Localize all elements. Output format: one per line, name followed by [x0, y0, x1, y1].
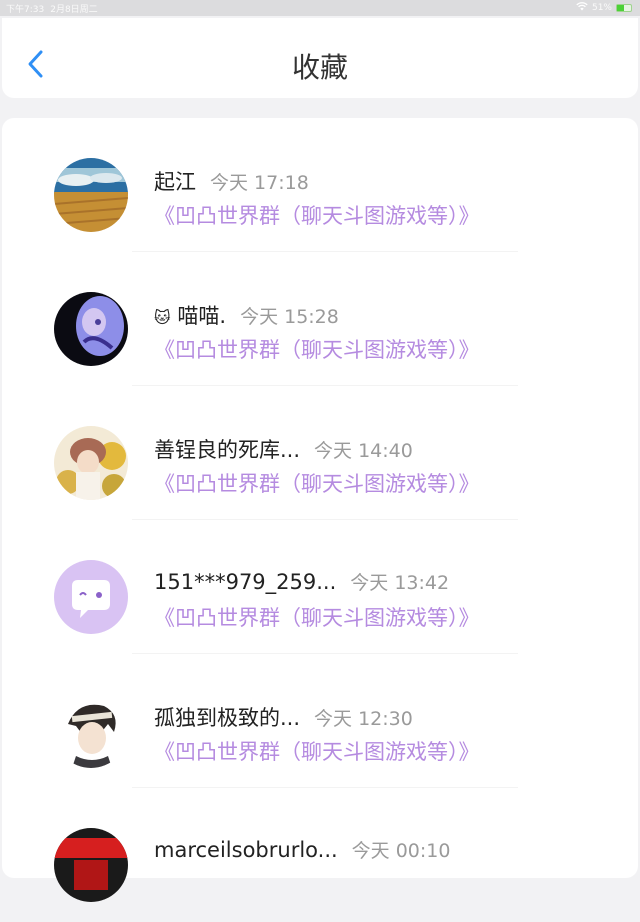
battery-fill — [617, 5, 625, 11]
favorite-item[interactable]: marceilsobrurlo... 今天 00:10 — [2, 788, 638, 922]
name-line: 🐱 喵喵. 今天 15:28 — [154, 300, 339, 330]
cat-emoji-icon: 🐱 — [154, 308, 171, 327]
user-name: 起江 — [154, 170, 196, 194]
favorites-list: 起江 今天 17:18 《凹凸世界群（聊天斗图游戏等）》 🐱 喵喵. 今天 15… — [2, 118, 638, 902]
favorite-item[interactable]: 151***979_259... 今天 13:42 《凹凸世界群（聊天斗图游戏等… — [2, 520, 638, 654]
default-avatar-icon — [54, 560, 128, 634]
timestamp: 今天 17:18 — [210, 172, 309, 194]
page-title: 收藏 — [291, 51, 348, 84]
avatar — [54, 426, 128, 500]
group-name: 《凹凸世界群（聊天斗图游戏等）》 — [154, 204, 480, 228]
status-date: 2月8日周二 — [50, 4, 98, 15]
name-line: 孤独到极致的... 今天 12:30 — [154, 702, 413, 732]
name-line: marceilsobrurlo... 今天 00:10 — [154, 836, 450, 863]
timestamp: 今天 15:28 — [240, 306, 339, 328]
wifi-icon — [576, 2, 588, 14]
user-name: 善锃良的死库... — [154, 438, 301, 462]
avatar — [54, 292, 128, 366]
battery-percent: 51% — [591, 3, 612, 13]
group-name: 《凹凸世界群（聊天斗图游戏等）》 — [154, 740, 480, 764]
avatar — [54, 158, 128, 232]
name-line: 起江 今天 17:18 — [154, 166, 309, 196]
user-name: 🐱 喵喵. — [154, 300, 226, 330]
name-line: 151***979_259... 今天 13:42 — [154, 568, 449, 595]
user-name-text: 喵喵. — [177, 304, 227, 328]
timestamp: 今天 13:42 — [350, 572, 450, 594]
avatar — [54, 694, 128, 768]
battery-icon — [616, 4, 632, 12]
timestamp: 今天 12:30 — [314, 708, 413, 730]
group-name: 《凹凸世界群（聊天斗图游戏等）》 — [154, 606, 480, 630]
user-name: 孤独到极致的... — [154, 706, 301, 730]
favorite-item[interactable]: 善锃良的死库... 今天 14:40 《凹凸世界群（聊天斗图游戏等）》 — [2, 386, 638, 520]
favorite-item[interactable]: 孤独到极致的... 今天 12:30 《凹凸世界群（聊天斗图游戏等）》 — [2, 654, 638, 788]
nav-header: 收藏 — [2, 18, 638, 98]
avatar — [54, 828, 128, 902]
group-name: 《凹凸世界群（聊天斗图游戏等）》 — [154, 472, 480, 496]
timestamp: 今天 14:40 — [314, 440, 413, 462]
status-bar: 下午7:33 2月8日周二 51% — [0, 0, 640, 16]
favorite-item[interactable]: 起江 今天 17:18 《凹凸世界群（聊天斗图游戏等）》 — [2, 118, 638, 252]
favorite-item[interactable]: 🐱 喵喵. 今天 15:28 《凹凸世界群（聊天斗图游戏等）》 — [2, 252, 638, 386]
name-line: 善锃良的死库... 今天 14:40 — [154, 434, 413, 464]
user-name: 151***979_259... — [154, 570, 337, 594]
status-time: 下午7:33 — [6, 4, 45, 15]
user-name: marceilsobrurlo... — [154, 838, 338, 862]
timestamp: 今天 00:10 — [351, 840, 451, 862]
group-name: 《凹凸世界群（聊天斗图游戏等）》 — [154, 338, 480, 362]
